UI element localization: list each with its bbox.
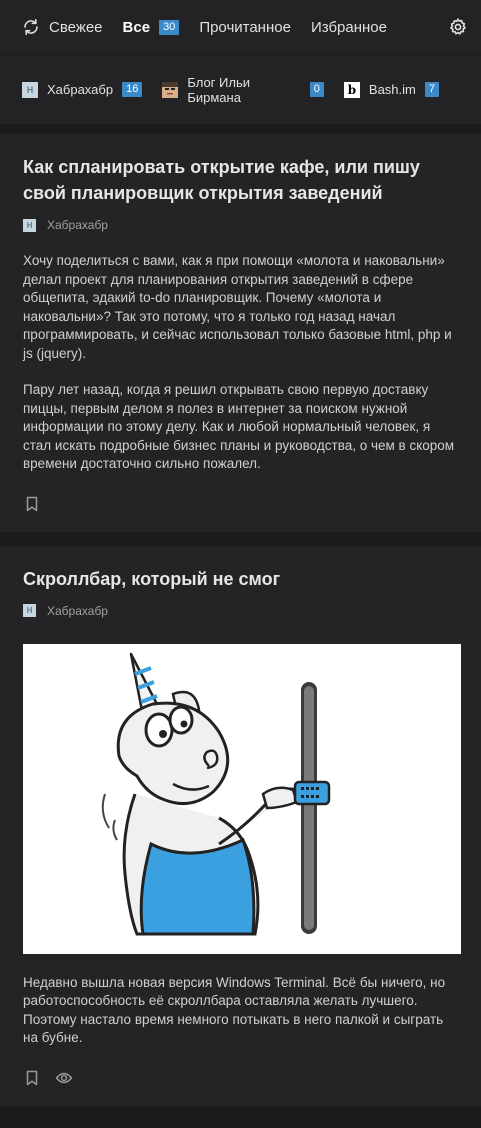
source-count-badge: 0 (309, 82, 324, 97)
tab-all-count-badge: 30 (159, 19, 180, 35)
tab-favorites[interactable]: Избранное (311, 19, 387, 36)
tab-fresh[interactable]: Свежее (49, 19, 103, 36)
eye-icon[interactable] (55, 1069, 73, 1087)
top-navigation: Свежее Все 30 Прочитанное Избранное (0, 0, 481, 54)
article-paragraph: Хочу поделиться с вами, как я при помощи… (23, 253, 452, 361)
unicorn-scrollbar-illustration (101, 652, 331, 935)
source-birman[interactable]: Блог Ильи Бирмана 0 (162, 75, 324, 105)
article-source[interactable]: Хабрахабр (47, 604, 108, 618)
article-paragraph: Пару лет назад, когда я решил открывать … (23, 382, 455, 471)
article-illustration (23, 643, 461, 954)
habr-favicon: H (23, 604, 36, 617)
source-count-badge: 7 (424, 82, 439, 97)
tab-all[interactable]: Все 30 (123, 19, 180, 36)
article-paragraph: Недавно вышла новая версия Windows Termi… (23, 974, 446, 1046)
source-bash[interactable]: b Bash.im 7 (343, 81, 439, 98)
article-meta: H Хабрахабр (23, 218, 459, 232)
tab-read[interactable]: Прочитанное (199, 19, 291, 36)
bash-favicon: b (343, 81, 360, 98)
article-actions (23, 1068, 459, 1088)
source-name: Bash.im (368, 82, 416, 97)
article-body: Недавно вышла новая версия Windows Termi… (23, 974, 459, 1048)
article-title[interactable]: Скроллбар, который не смог (23, 566, 459, 592)
tab-all-label: Все (122, 18, 151, 36)
gear-icon[interactable] (448, 17, 468, 37)
refresh-icon[interactable] (22, 18, 40, 36)
article-source[interactable]: Хабрахабр (47, 218, 108, 232)
birman-avatar-icon (162, 81, 179, 98)
habr-favicon: H (23, 218, 36, 232)
source-habr[interactable]: H Хабрахабр 16 (22, 81, 143, 98)
article-title[interactable]: Как спланировать открытие кафе, или пишу… (23, 154, 459, 206)
article-card: Как спланировать открытие кафе, или пишу… (0, 134, 481, 532)
article-meta: H Хабрахабр (23, 604, 459, 618)
article-body: Хочу поделиться с вами, как я при помощи… (23, 252, 459, 474)
article-card: Скроллбар, который не смог H Хабрахабр Н… (0, 545, 481, 1106)
sources-bar: H Хабрахабр 16 Блог Ильи Бирмана 0 b Bas… (0, 54, 481, 124)
source-count-badge: 16 (122, 82, 143, 97)
source-name: Хабрахабр (47, 82, 114, 97)
source-name: Блог Ильи Бирмана (187, 74, 250, 105)
bookmark-icon[interactable] (23, 1069, 41, 1087)
bookmark-icon[interactable] (23, 495, 41, 513)
article-actions (23, 494, 459, 514)
habr-favicon: H (22, 81, 38, 98)
